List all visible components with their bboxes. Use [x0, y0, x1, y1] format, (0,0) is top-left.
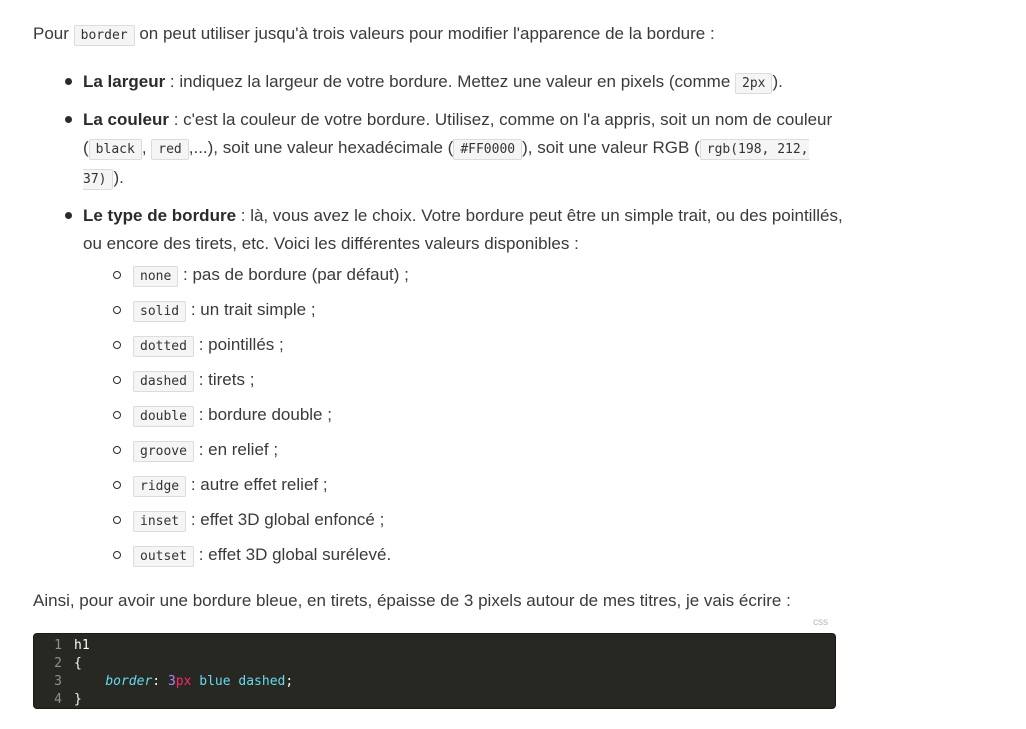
list-item-style: double : bordure double ;: [113, 404, 843, 439]
style-desc: : autre effet relief ;: [186, 475, 328, 494]
code-value: blue dashed: [191, 674, 286, 689]
line-number: 3: [54, 674, 62, 689]
style-desc: : pas de bordure (par défaut) ;: [178, 265, 409, 284]
item-title: La couleur: [83, 110, 169, 129]
style-desc: : effet 3D global enfoncé ;: [186, 510, 385, 529]
inline-code-style: outset: [133, 546, 194, 567]
intro-paragraph: Pour border on peut utiliser jusqu'à tro…: [33, 20, 715, 50]
list-item-couleur: La couleur : c'est la couleur de votre b…: [65, 106, 843, 194]
list-item-style: ridge : autre effet relief ;: [113, 474, 843, 509]
inline-code-black: black: [88, 139, 142, 160]
inline-code-red: red: [151, 139, 189, 160]
code-brace-open: {: [74, 656, 82, 671]
item-title: Le type de bordure: [83, 206, 237, 225]
item-title: La largeur: [83, 72, 166, 91]
style-desc: : tirets ;: [193, 370, 255, 389]
intro-text: Pour: [33, 24, 74, 43]
conclusion-paragraph: Ainsi, pour avoir une bordure bleue, en …: [33, 591, 791, 610]
inline-code-hex: #FF0000: [453, 139, 523, 160]
code-semicolon: ;: [285, 674, 294, 689]
item-text: ).: [772, 72, 783, 91]
inline-code-style: dotted: [133, 336, 194, 357]
inline-code-style: groove: [133, 441, 194, 462]
style-desc: : en relief ;: [193, 440, 279, 459]
list-item-style: none : pas de bordure (par défaut) ;: [113, 264, 843, 299]
list-item-style: dashed : tirets ;: [113, 369, 843, 404]
inline-code-border: border: [73, 25, 135, 46]
code-line: 2{: [34, 655, 835, 673]
code-language-label: css: [813, 617, 828, 628]
page: Pour border on peut utiliser jusqu'à tro…: [0, 0, 1026, 729]
inline-code-style: double: [133, 406, 194, 427]
inline-code-style: inset: [133, 511, 187, 532]
border-properties-list: La largeur : indiquez la largeur de votr…: [65, 68, 843, 579]
code-brace-close: }: [74, 692, 82, 707]
code-unit: px: [175, 674, 192, 689]
code-number: 3: [167, 674, 176, 689]
item-text: : indiquez la largeur de votre bordure. …: [165, 72, 735, 91]
item-text: ,...), soit une valeur hexadécimale (: [188, 138, 454, 157]
line-number: 4: [54, 692, 62, 707]
style-desc: : bordure double ;: [193, 405, 332, 424]
code-property: border: [105, 674, 153, 689]
inline-code-2px: 2px: [735, 73, 773, 94]
list-item-largeur: La largeur : indiquez la largeur de votr…: [65, 68, 843, 98]
list-item-type: Le type de bordure : là, vous avez le ch…: [65, 202, 843, 579]
list-item-style: dotted : pointillés ;: [113, 334, 843, 369]
separator: ,: [141, 138, 152, 157]
line-number: 2: [54, 656, 62, 671]
code-block: 1 h1 2{ 3 border: 3 px blue dashed; 4}: [33, 633, 836, 709]
code-line: 1 h1: [34, 637, 835, 655]
list-item-style: inset : effet 3D global enfoncé ;: [113, 509, 843, 544]
list-item-style: solid : un trait simple ;: [113, 299, 843, 334]
code-selector: h1: [74, 638, 90, 653]
list-item-style: outset : effet 3D global surélevé.: [113, 544, 843, 579]
intro-text-rest: on peut utiliser jusqu'à trois valeurs p…: [134, 24, 715, 43]
border-style-list: none : pas de bordure (par défaut) ; sol…: [83, 264, 843, 579]
line-number: 1: [54, 638, 62, 653]
item-text: ), soit une valeur RGB (: [522, 138, 700, 157]
code-line: 3 border: 3 px blue dashed;: [34, 673, 835, 691]
style-desc: : pointillés ;: [193, 335, 284, 354]
inline-code-style: ridge: [133, 476, 187, 497]
inline-code-style: none: [133, 266, 179, 287]
inline-code-style: dashed: [133, 371, 194, 392]
style-desc: : effet 3D global surélevé.: [193, 545, 392, 564]
code-line: 4}: [34, 691, 835, 709]
inline-code-style: solid: [133, 301, 187, 322]
code-colon: :: [152, 674, 168, 689]
item-text: ).: [113, 168, 124, 187]
list-item-style: groove : en relief ;: [113, 439, 843, 474]
style-desc: : un trait simple ;: [186, 300, 316, 319]
